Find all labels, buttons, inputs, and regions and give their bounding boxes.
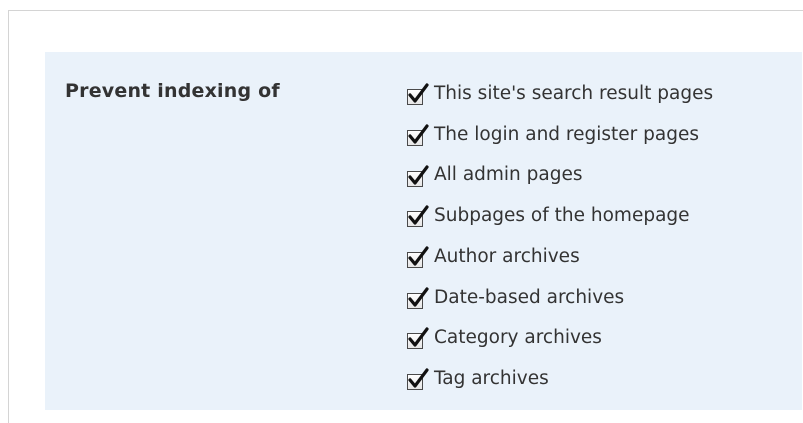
prevent-indexing-heading: Prevent indexing of	[65, 80, 280, 102]
option-date-based-archives[interactable]: Date-based archives	[407, 280, 713, 321]
checkbox-search-result-pages[interactable]	[407, 83, 429, 106]
option-label: This site's search result pages	[434, 83, 714, 105]
option-label: Author archives	[434, 245, 580, 267]
settings-frame: Prevent indexing of This site's search r…	[8, 10, 803, 423]
option-author-archives[interactable]: Author archives	[407, 240, 713, 281]
option-label: All admin pages	[434, 164, 583, 186]
checkmark-icon	[408, 165, 429, 185]
checkmark-icon	[408, 205, 429, 226]
option-label: Category archives	[434, 327, 602, 349]
option-label: Tag archives	[434, 367, 549, 389]
option-category-archives[interactable]: Category archives	[407, 321, 713, 362]
checkbox-admin-pages[interactable]	[407, 165, 429, 187]
option-label: Date-based archives	[434, 286, 625, 308]
checkmark-icon	[408, 124, 429, 144]
checkmark-icon	[408, 327, 429, 348]
checkmark-icon	[408, 83, 429, 103]
checkbox-category-archives[interactable]	[407, 327, 429, 350]
option-tag-archives[interactable]: Tag archives	[407, 362, 713, 403]
checkmark-icon	[408, 246, 429, 266]
checkmark-icon	[408, 368, 429, 388]
checkbox-author-archives[interactable]	[407, 246, 429, 269]
option-label: Subpages of the homepage	[434, 205, 690, 227]
checkmark-icon	[408, 287, 429, 307]
option-label: The login and register pages	[434, 123, 699, 145]
option-homepage-subpages[interactable]: Subpages of the homepage	[407, 199, 713, 240]
option-login-register-pages[interactable]: The login and register pages	[407, 118, 713, 159]
checkbox-login-register-pages[interactable]	[407, 124, 429, 147]
checkbox-homepage-subpages[interactable]	[407, 205, 429, 228]
checkbox-date-based-archives[interactable]	[407, 287, 429, 309]
option-admin-pages[interactable]: All admin pages	[407, 158, 713, 199]
option-search-result-pages[interactable]: This site's search result pages	[407, 77, 713, 118]
prevent-indexing-panel: Prevent indexing of This site's search r…	[45, 52, 802, 410]
checkbox-tag-archives[interactable]	[407, 368, 429, 391]
prevent-indexing-options: This site's search result pages The logi…	[407, 77, 713, 403]
